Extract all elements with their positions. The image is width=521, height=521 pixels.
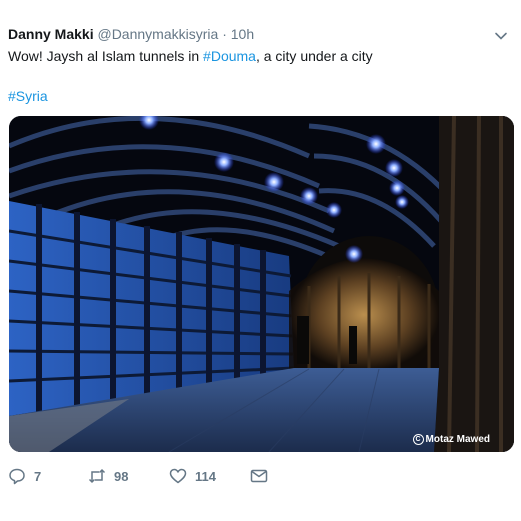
copyright-icon: C [412,433,424,445]
tweet-timestamp[interactable]: 10h [231,26,254,42]
separator-dot: · [222,26,227,42]
photo-credit: C Motaz Mawed [412,433,490,445]
like-icon [169,468,187,484]
message-icon [250,469,268,483]
reply-count: 7 [34,468,42,484]
like-count: 114 [195,468,216,484]
like-button[interactable]: 114 [169,465,216,487]
tweet-header: Danny Makki @Dannymakkisyria · 10h [8,26,513,46]
retweet-button[interactable]: 98 [88,465,128,487]
tweet-text-end: , a city under a city [255,48,373,64]
reply-button[interactable]: 7 [8,465,41,487]
hashtag-douma-link[interactable]: #Douma [203,48,256,64]
author-handle[interactable]: @Dannymakkisyria [97,26,218,42]
tunnel-photo-image [9,116,514,452]
tweet-text: Wow! Jaysh al Islam tunnels in #Douma, a… [8,47,373,65]
author-name[interactable]: Danny Makki [8,26,94,42]
photo-credit-text: Motaz Mawed [425,434,490,445]
chevron-down-icon[interactable] [493,28,509,44]
hashtag-syria-link[interactable]: #Syria [8,88,48,104]
tweet-actions: 7 98 114 [8,465,408,489]
retweet-count: 98 [114,468,129,484]
retweet-icon [88,468,106,484]
direct-message-button[interactable] [250,465,276,487]
tweet-photo[interactable]: C Motaz Mawed [9,116,514,452]
tweet-text-start: Wow! Jaysh al Islam tunnels in [8,48,204,64]
reply-icon [9,468,25,485]
